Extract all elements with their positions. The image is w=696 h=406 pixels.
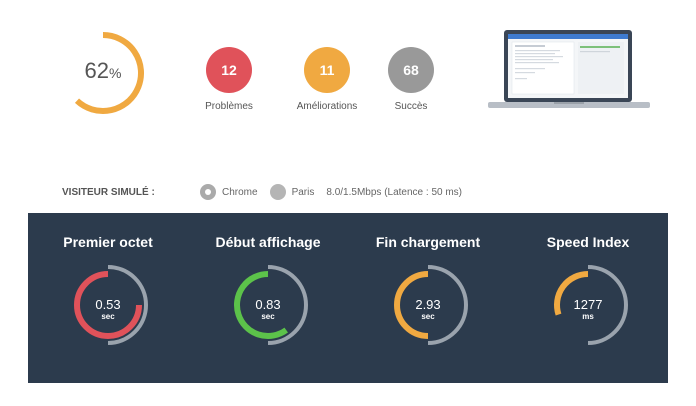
metric-title: Fin chargement [375,234,481,250]
metric-value: 0.53 [95,297,121,312]
location-name: Paris [291,186,315,198]
globe-icon [269,184,286,200]
metric-unit: sec [261,312,275,321]
connection-info: 8.0/1.5Mbps (Latence : 50 ms) [326,186,462,198]
chrome-icon [200,184,216,200]
metric-title: Début affichage [215,234,321,250]
problems-summary[interactable]: 12 Problèmes [184,47,274,112]
browser-name: Chrome [222,186,258,198]
problems-label: Problèmes [205,101,253,112]
metric-first-byte[interactable]: Premier octet 0.53 sec [28,213,188,383]
metric-value: 1277 [573,297,603,312]
metric-unit: ms [582,312,594,321]
timing-metrics-panel: Premier octet 0.53 sec Début affichage 0… [28,213,668,383]
metric-title: Premier octet [63,234,153,250]
metric-speed-index[interactable]: Speed Index 1277 ms [508,213,668,383]
metric-unit: sec [101,312,115,321]
metric-value: 2.93 [415,297,441,312]
global-score-gauge: 62% [62,28,144,118]
metric-unit: sec [421,312,435,321]
success-summary[interactable]: 68 Succès [366,47,456,112]
summary-counts: 12 Problèmes 11 Améliorations 68 Succès [205,47,450,117]
metric-load-complete[interactable]: Fin chargement 2.93 sec [348,213,508,383]
visitor-label: VISITEUR SIMULÉ : [62,186,155,198]
improvements-count-badge: 11 [304,47,350,93]
improvements-label: Améliorations [296,101,358,112]
simulated-visitor-info: VISITEUR SIMULÉ : Chrome Paris 8.0/1.5Mb… [62,184,474,200]
problems-count-badge: 12 [206,47,252,93]
metric-title: Speed Index [546,234,630,250]
score-value: 62% [84,58,122,83]
improvements-summary[interactable]: 11 Améliorations [282,47,372,112]
metric-start-render[interactable]: Début affichage 0.83 sec [188,213,348,383]
location-info: Paris [269,184,315,200]
laptop-icon [488,30,650,108]
success-count-badge: 68 [388,47,434,93]
success-label: Succès [394,101,428,112]
metric-value: 0.83 [255,297,281,312]
browser-info: Chrome [200,184,258,200]
laptop-screenshot-preview[interactable] [488,28,650,112]
